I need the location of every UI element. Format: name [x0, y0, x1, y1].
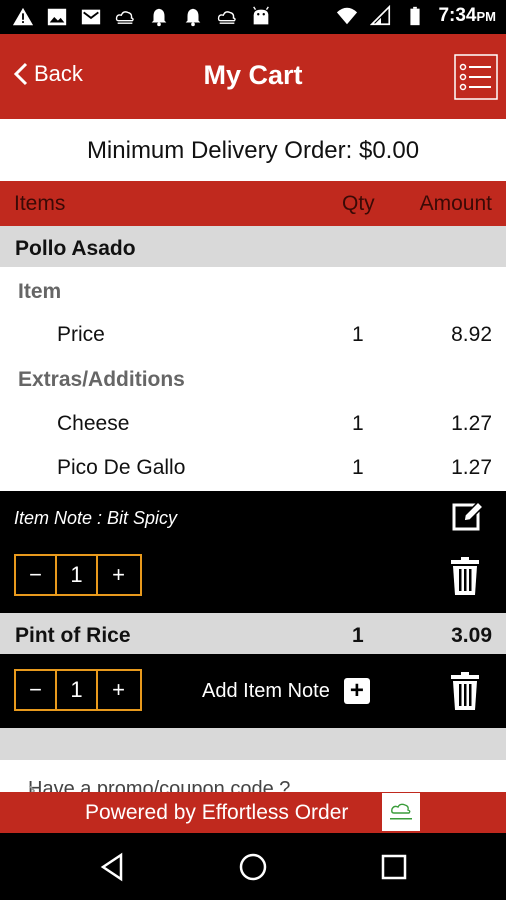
- decrement-button[interactable]: −: [16, 671, 57, 709]
- item-name: Pint of Rice: [15, 624, 131, 647]
- item-controls: − 1 + Add Item Note +: [0, 654, 506, 728]
- add-item-note-label: Add Item Note: [202, 679, 330, 702]
- plus-icon: +: [343, 678, 370, 704]
- page-title: My Cart: [203, 60, 303, 90]
- header: Back My Cart: [0, 34, 506, 119]
- minimum-order-banner: Minimum Delivery Order: $0.00: [0, 119, 506, 181]
- bell-icon: [185, 8, 201, 27]
- quantity-stepper: − 1 +: [14, 554, 142, 596]
- status-bar: 7:34PM: [0, 0, 506, 34]
- battery-icon: [410, 6, 421, 26]
- powered-by-text: Powered by Effortless Order: [85, 801, 349, 824]
- item-name: Pollo Asado: [15, 237, 136, 260]
- trash-icon[interactable]: [450, 557, 480, 595]
- system-nav-bar: [0, 833, 506, 900]
- warning-icon: [12, 7, 34, 26]
- nav-recents-icon[interactable]: [378, 851, 410, 883]
- bell-icon: [151, 8, 167, 27]
- col-amount: Amount: [419, 192, 492, 215]
- decrement-button[interactable]: −: [16, 556, 57, 594]
- signal-icon: [370, 5, 391, 26]
- increment-button[interactable]: +: [98, 671, 139, 709]
- nav-back-icon[interactable]: [97, 851, 129, 883]
- menu-list-icon[interactable]: [454, 54, 498, 100]
- android-icon: [253, 6, 269, 25]
- chevron-right-icon: ›: [28, 776, 36, 792]
- cloud-icon: [217, 11, 236, 24]
- wifi-icon: [337, 7, 358, 25]
- mail-icon: [81, 9, 101, 25]
- add-item-note-button[interactable]: Add Item Note +: [202, 678, 370, 704]
- column-header: Items Qty Amount: [0, 181, 506, 226]
- item-controls: Item Note : Bit Spicy − 1 +: [0, 491, 506, 613]
- col-items: Items: [14, 192, 66, 215]
- item-qty: 1: [352, 624, 364, 647]
- trash-icon[interactable]: [450, 672, 480, 710]
- increment-button[interactable]: +: [98, 556, 139, 594]
- item-section-label: Item: [18, 280, 62, 303]
- powered-by-bar: Powered by Effortless Order: [0, 792, 506, 833]
- quantity-stepper: − 1 +: [14, 669, 142, 711]
- edit-note-icon[interactable]: [452, 500, 484, 532]
- screen: 7:34PM Back My Cart Minimum Delivery Ord…: [0, 0, 506, 900]
- col-qty: Qty: [342, 192, 375, 215]
- cloud-icon: [115, 11, 134, 24]
- cart-item-header: Pint of Rice 1 3.09: [0, 613, 506, 654]
- clock: 7:34PM: [438, 5, 496, 26]
- item-note: Item Note : Bit Spicy: [14, 508, 178, 528]
- nav-home-icon[interactable]: [237, 851, 269, 883]
- extras-section-label: Extras/Additions: [18, 368, 185, 391]
- quantity-value: 1: [57, 556, 98, 594]
- spacer: [0, 728, 506, 760]
- effortless-order-logo: [382, 793, 420, 831]
- cart-item-header: Pollo Asado: [0, 226, 506, 267]
- promo-code-row[interactable]: Have a promo/coupon code ? ›: [0, 760, 506, 792]
- item-amount: 3.09: [451, 624, 492, 647]
- image-icon: [47, 8, 67, 26]
- quantity-value: 1: [57, 671, 98, 709]
